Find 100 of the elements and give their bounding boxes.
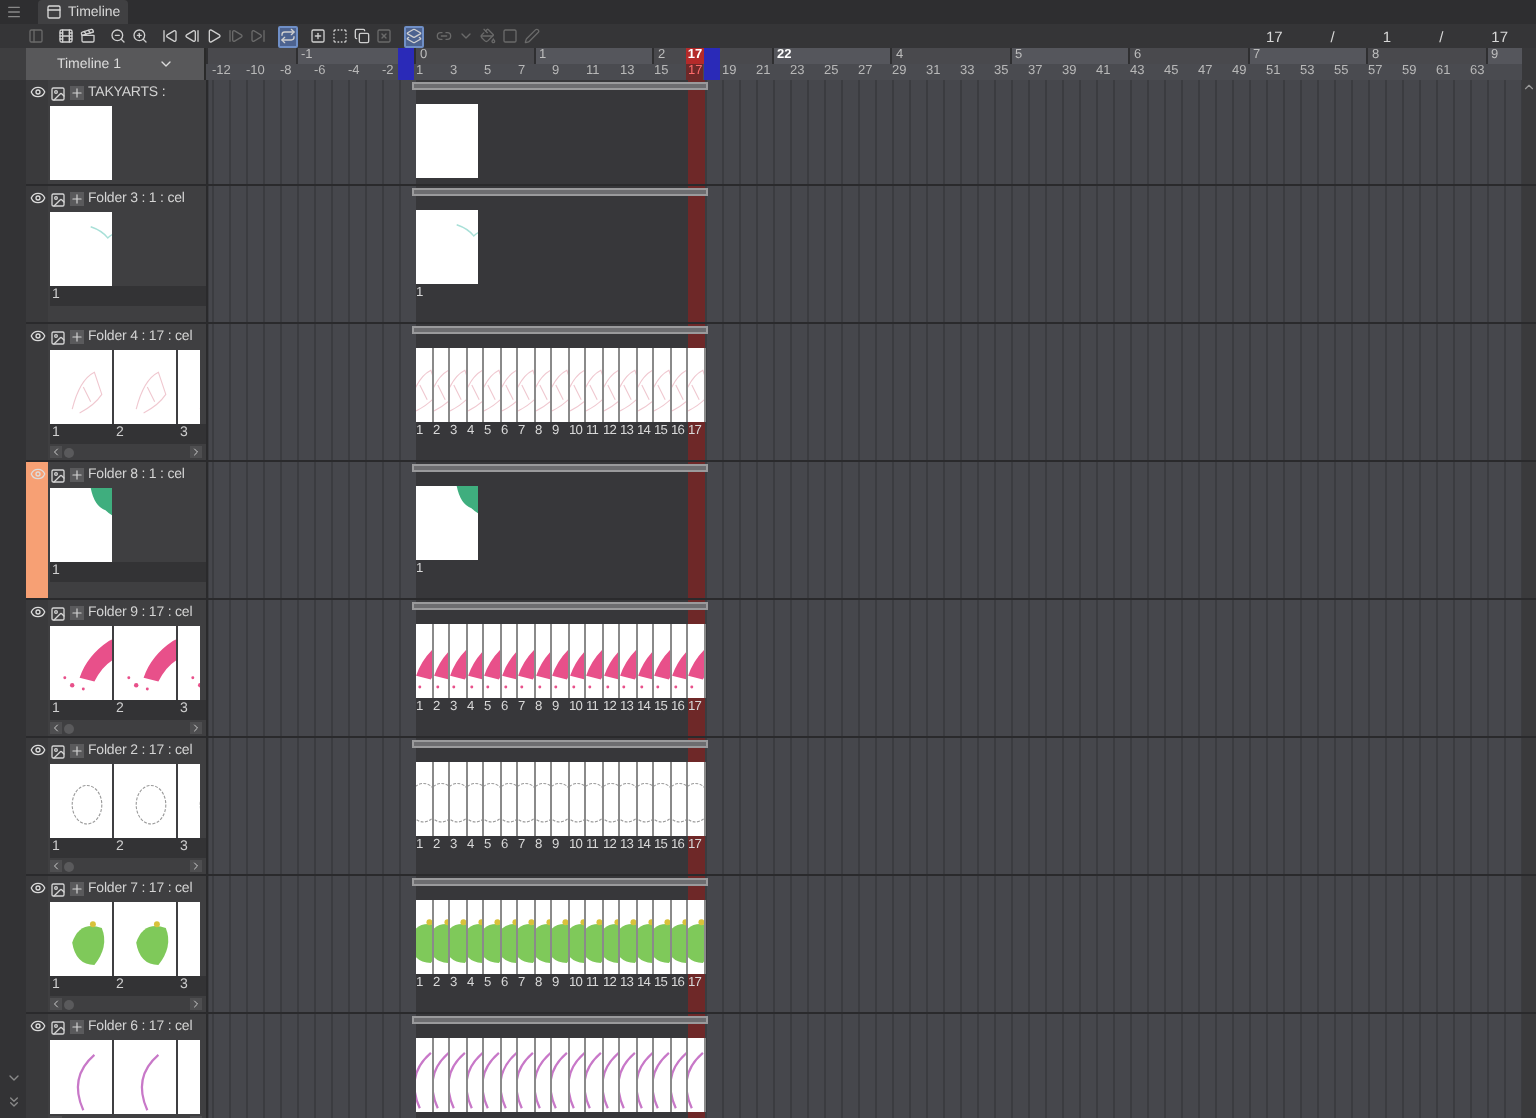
range-bar[interactable]: [412, 740, 707, 748]
skip-back-button[interactable]: [160, 25, 180, 47]
cel-frame[interactable]: [654, 348, 671, 422]
cel-frame[interactable]: [518, 1038, 535, 1112]
scroll-right-button[interactable]: [190, 860, 202, 872]
cel-frame[interactable]: [416, 762, 433, 836]
cel-frame[interactable]: [484, 1038, 501, 1112]
cel-frame[interactable]: [552, 348, 569, 422]
dashed-square-button[interactable]: [330, 25, 350, 47]
cel-frame[interactable]: [620, 900, 637, 974]
cel-thumbnail[interactable]: [50, 106, 112, 180]
layers-button[interactable]: [404, 25, 424, 47]
range-bar[interactable]: [412, 602, 707, 610]
range-bar[interactable]: [412, 326, 707, 334]
scroll-thumb[interactable]: [64, 999, 74, 1009]
clapperboard-button[interactable]: [78, 25, 98, 47]
cel-frame[interactable]: [552, 900, 569, 974]
scroll-thumb[interactable]: [64, 861, 74, 871]
cel-frame[interactable]: [688, 1038, 705, 1112]
cel-thumbnail[interactable]: [50, 350, 112, 424]
cel-thumbnail[interactable]: [178, 1040, 200, 1114]
cel-frame[interactable]: [416, 900, 433, 974]
range-bar[interactable]: [412, 1016, 707, 1024]
copy-button[interactable]: [352, 25, 372, 47]
scroll-up-icon[interactable]: [1522, 80, 1536, 94]
cel-frame[interactable]: [450, 624, 467, 698]
range-bar[interactable]: [412, 464, 707, 472]
expand-icon[interactable]: [70, 86, 84, 100]
cel-frame[interactable]: [484, 348, 501, 422]
cel-frame[interactable]: [518, 624, 535, 698]
cel-frame[interactable]: [484, 624, 501, 698]
film-button[interactable]: [56, 25, 76, 47]
cel-frame[interactable]: [416, 486, 478, 560]
scroll-right-button[interactable]: [190, 446, 202, 458]
cel-frame[interactable]: [484, 762, 501, 836]
cel-frame[interactable]: [654, 624, 671, 698]
expand-icon[interactable]: [70, 1020, 84, 1034]
square-plus-button[interactable]: [308, 25, 328, 47]
expand-icon[interactable]: [70, 606, 84, 620]
cel-thumbnail[interactable]: [50, 764, 112, 838]
eye-icon[interactable]: [29, 190, 45, 206]
eye-icon[interactable]: [29, 742, 45, 758]
cel-frame[interactable]: [688, 624, 705, 698]
cel-frame[interactable]: [688, 900, 705, 974]
cel-thumbnail[interactable]: [50, 212, 112, 286]
cel-thumbnail[interactable]: [178, 350, 200, 424]
scroll-right-button[interactable]: [190, 722, 202, 734]
cel-thumbnail[interactable]: [178, 764, 200, 838]
cel-frame[interactable]: [586, 1038, 603, 1112]
cel-frame[interactable]: [552, 1038, 569, 1112]
cel-thumbnail[interactable]: [50, 488, 112, 562]
cel-frame[interactable]: [586, 900, 603, 974]
loop-button[interactable]: [278, 25, 298, 47]
cel-thumbnail[interactable]: [114, 626, 176, 700]
cel-frame[interactable]: [620, 1038, 637, 1112]
cel-frame[interactable]: [518, 762, 535, 836]
cel-frame[interactable]: [552, 762, 569, 836]
expand-icon[interactable]: [70, 468, 84, 482]
expand-icon[interactable]: [70, 882, 84, 896]
scroll-thumb[interactable]: [64, 723, 74, 733]
cel-frame[interactable]: [450, 348, 467, 422]
cel-frame[interactable]: [654, 762, 671, 836]
range-bar[interactable]: [412, 82, 707, 90]
cel-frame[interactable]: [688, 762, 705, 836]
scroll-left-button[interactable]: [50, 722, 62, 734]
cel-frame[interactable]: [620, 624, 637, 698]
eye-icon[interactable]: [29, 1018, 45, 1034]
cel-frame[interactable]: [620, 762, 637, 836]
range-bar[interactable]: [412, 878, 707, 886]
cel-frame[interactable]: [416, 1038, 433, 1112]
scroll-left-button[interactable]: [50, 860, 62, 872]
scroll-left-button[interactable]: [50, 446, 62, 458]
menu-icon[interactable]: [6, 4, 22, 20]
zoom-out-button[interactable]: [108, 25, 128, 47]
scroll-thumb[interactable]: [64, 447, 74, 457]
eye-icon[interactable]: [29, 328, 45, 344]
cel-thumbnail[interactable]: [114, 764, 176, 838]
double-chevron-down-icon[interactable]: [5, 1094, 21, 1110]
cel-frame[interactable]: [450, 1038, 467, 1112]
step-back-button[interactable]: [182, 25, 202, 47]
zoom-in-button[interactable]: [130, 25, 150, 47]
play-button[interactable]: [204, 25, 224, 47]
cel-frame[interactable]: [450, 900, 467, 974]
eye-icon[interactable]: [29, 84, 45, 100]
expand-icon[interactable]: [70, 744, 84, 758]
chevron-down-icon[interactable]: [5, 1070, 21, 1086]
cel-thumbnail[interactable]: [178, 902, 200, 976]
cel-thumbnail[interactable]: [50, 626, 112, 700]
range-bar[interactable]: [412, 188, 707, 196]
cel-frame[interactable]: [450, 762, 467, 836]
cel-frame[interactable]: [552, 624, 569, 698]
cel-frame[interactable]: [586, 762, 603, 836]
cel-thumbnail[interactable]: [178, 626, 200, 700]
cel-frame[interactable]: [620, 348, 637, 422]
cel-frame[interactable]: [416, 348, 433, 422]
cel-frame[interactable]: [484, 900, 501, 974]
expand-icon[interactable]: [70, 192, 84, 206]
expand-icon[interactable]: [70, 330, 84, 344]
eye-icon[interactable]: [29, 604, 45, 620]
cel-frame[interactable]: [654, 900, 671, 974]
